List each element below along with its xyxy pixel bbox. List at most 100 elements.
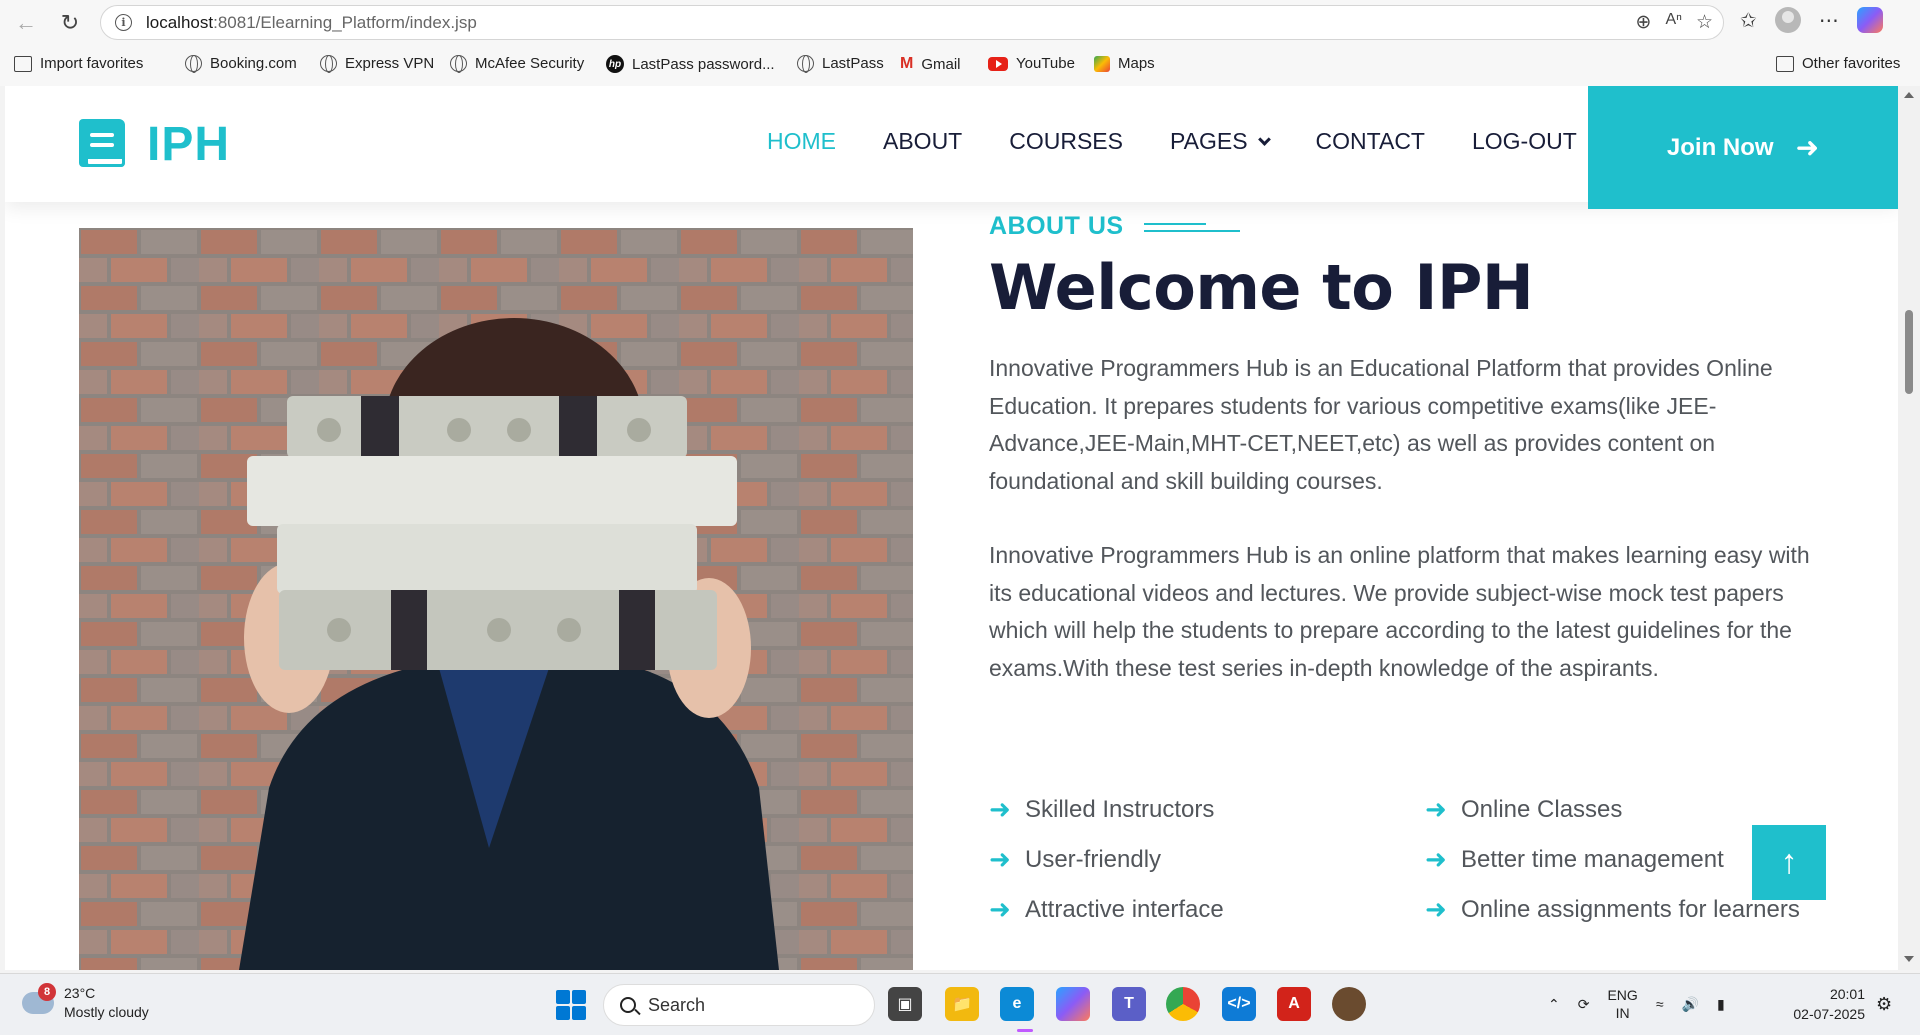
favorite-import[interactable]: Import favorites [14,55,143,72]
refresh-icon[interactable]: ↻ [54,7,86,39]
vscode-icon[interactable]: </> [1222,987,1256,1021]
zoom-icon[interactable]: ⊕ [1636,11,1652,34]
about-image [79,228,913,970]
feature-label: Attractive interface [1025,895,1224,923]
taskbar-search[interactable]: Search [603,984,875,1026]
arrow-right-icon: ➜ [1795,132,1820,163]
about-title: Welcome to IPH [989,251,1534,324]
globe-icon [185,55,202,73]
nav-courses[interactable]: COURSES [1009,128,1123,155]
arrow-right-icon: ➜ [1425,844,1447,874]
about-label-text: ABOUT US [989,212,1124,240]
weather-badge: 8 [38,983,56,1001]
chevron-up-icon[interactable]: ⌃ [1548,996,1560,1013]
join-now-button[interactable]: Join Now ➜ [1588,86,1898,209]
favorite-label: Import favorites [40,55,144,72]
youtube-icon [988,56,1008,71]
edge-icon[interactable]: e [1000,987,1034,1021]
arrow-right-icon: ➜ [1425,894,1447,924]
weather-widget[interactable]: 8 23°C Mostly cloudy [22,983,149,1022]
system-tray: ⌃ ⟳ ENG IN ≈ 🔊 ▮ [1548,986,1725,1022]
feature-label: Skilled Instructors [1025,795,1215,823]
nav-pages-label: PAGES [1169,128,1248,154]
copilot-app-icon[interactable] [1056,987,1090,1021]
globe-icon [320,55,337,73]
import-icon [14,55,32,72]
app-icon[interactable] [1332,987,1366,1021]
favorite-label: Booking.com [210,55,297,72]
battery-icon[interactable]: ▮ [1717,996,1725,1013]
search-icon [620,997,636,1013]
read-aloud-icon[interactable]: Aⁿ [1665,11,1682,34]
copilot-icon[interactable] [1856,7,1883,33]
folder-icon [1776,55,1794,72]
nav-about[interactable]: ABOUT [883,128,962,155]
about-label: ABOUT US [989,212,1839,241]
volume-icon[interactable]: 🔊 [1682,996,1699,1013]
scroll-up-icon[interactable] [1904,92,1914,98]
scroll-thumb[interactable] [1905,310,1913,394]
clock[interactable]: 20:01 02-07-2025 [1785,984,1865,1024]
task-view-icon[interactable]: ▣ [888,987,922,1021]
feature-label: Online Classes [1461,795,1623,823]
sync-icon[interactable]: ⟳ [1578,996,1590,1013]
profile-avatar[interactable] [1774,7,1801,33]
arrow-right-icon: ➜ [989,844,1011,874]
favorite-lastpass[interactable]: LastPass [797,55,884,73]
weather-temp: 23°C [64,985,96,1001]
feature-item: ➜ User-friendly [989,844,1425,875]
other-favorites[interactable]: Other favorites [1776,55,1900,72]
feature-label: Online assignments for learners [1461,895,1800,923]
lang-code: ENG [1607,987,1638,1003]
favorite-label: LastPass password... [632,55,775,73]
address-bar[interactable]: i localhost:8081/Elearning_Platform/inde… [100,5,1724,40]
favorite-mcafee[interactable]: McAfee Security [450,55,584,73]
nav-contact[interactable]: CONTACT [1316,128,1425,155]
feature-item: ➜ Attractive interface [989,894,1425,925]
notification-icon[interactable]: ⚙ [1876,994,1892,1015]
maps-icon [1094,55,1110,72]
feature-label: Better time management [1461,845,1724,873]
favorite-expressvpn[interactable]: Express VPN [320,55,434,73]
site-logo[interactable]: IPH [79,117,230,172]
favorites-bar: Import favorites Booking.com Express VPN… [0,48,1920,82]
site-info-icon[interactable]: i [115,14,132,31]
clock-date: 02-07-2025 [1793,1006,1865,1022]
feature-item: ➜ Online Classes [1425,794,1839,825]
favorites-icon[interactable]: ✩ [1740,8,1757,33]
favorite-lastpass-password[interactable]: hp LastPass password... [606,55,775,73]
clock-time: 20:01 [1829,986,1865,1002]
globe-icon [450,55,467,73]
file-explorer-icon[interactable]: 📁 [945,987,979,1021]
nav-home[interactable]: HOME [767,128,836,155]
decorative-lines [1143,220,1240,234]
nav-logout[interactable]: LOG-OUT [1472,128,1577,155]
back-to-top-button[interactable]: ↑ [1752,825,1826,900]
chevron-down-icon [1257,133,1271,146]
weather-cloud-icon: 8 [22,983,56,1014]
chrome-icon[interactable] [1166,987,1200,1021]
edge-active-indicator [1017,1029,1033,1032]
features-list: ➜ Skilled Instructors ➜ Online Classes ➜… [989,794,1839,925]
wifi-icon[interactable]: ≈ [1656,996,1664,1012]
arrow-right-icon: ➜ [989,894,1011,924]
url-host: localhost [146,12,214,32]
teams-icon[interactable]: T [1112,987,1146,1021]
scroll-down-icon[interactable] [1904,956,1914,962]
page-scrollbar[interactable] [1898,86,1920,970]
arrow-right-icon: ➜ [989,794,1011,824]
arrow-right-icon: ➜ [1425,794,1447,824]
favorite-gmail[interactable]: M Gmail [900,55,961,73]
windows-start-icon[interactable] [556,990,586,1020]
language-indicator[interactable]: ENG IN [1607,986,1637,1022]
favorite-youtube[interactable]: YouTube [988,55,1075,72]
favorite-star-icon[interactable]: ☆ [1696,11,1713,34]
acrobat-icon[interactable]: A [1277,987,1311,1021]
nav-pages[interactable]: PAGES [1169,128,1271,155]
favorite-maps[interactable]: Maps [1094,55,1155,72]
back-icon[interactable]: ← [10,7,42,39]
more-menu-icon[interactable]: ⋯ [1819,8,1839,33]
favorite-booking[interactable]: Booking.com [185,55,297,73]
main-nav: HOME ABOUT COURSES PAGES CONTACT LOG-OUT [767,128,1624,155]
favorite-label: Gmail [921,55,961,73]
